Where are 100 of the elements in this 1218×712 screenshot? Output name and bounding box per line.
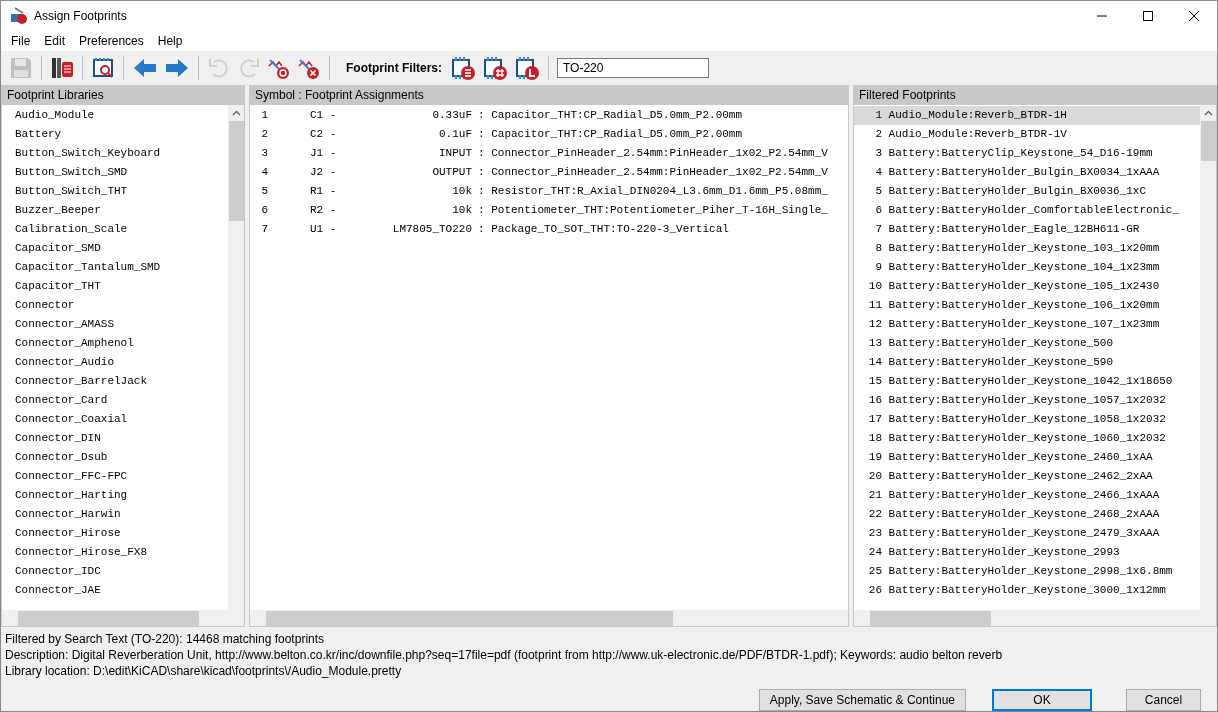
menu-item[interactable]: Preferences bbox=[72, 34, 151, 48]
menu-item[interactable]: Edit bbox=[37, 34, 73, 48]
panel-header: Filtered Footprints bbox=[854, 86, 1216, 105]
library-item[interactable]: Calibration_Scale bbox=[2, 220, 228, 239]
library-item[interactable]: Connector_Audio bbox=[2, 353, 228, 372]
library-item[interactable]: Connector_Dsub bbox=[2, 448, 228, 467]
panel-header: Symbol : Footprint Assignments bbox=[250, 86, 848, 105]
filter-text-field[interactable]: TO-220 bbox=[557, 58, 709, 78]
footprint-item[interactable]: 22 Battery:BatteryHolder_Keystone_2468_2xAAA bbox=[854, 505, 1200, 524]
footprint-item[interactable]: 13 Battery:BatteryHolder_Keystone_500 bbox=[854, 334, 1200, 353]
value-text: 0.33uF bbox=[431, 108, 472, 123]
footprint-text: : Potentiometer_THT:Potentiometer_Piher_T-16H_Single_ bbox=[478, 203, 828, 218]
value-text: OUTPUT bbox=[431, 165, 472, 180]
window-title: Assign Footprints bbox=[34, 9, 127, 23]
vertical-scrollbar[interactable] bbox=[228, 105, 244, 610]
vertical-scrollbar[interactable] bbox=[1200, 105, 1216, 610]
library-item[interactable]: Connector_AMASS bbox=[2, 315, 228, 334]
library-item[interactable]: Button_Switch_SMD bbox=[2, 163, 228, 182]
library-item[interactable]: Connector_BarrelJack bbox=[2, 372, 228, 391]
dialog-button[interactable]: Cancel bbox=[1126, 689, 1201, 711]
footprint-item[interactable]: 10 Battery:BatteryHolder_Keystone_105_1x2430 bbox=[854, 277, 1200, 296]
library-item[interactable]: Battery bbox=[2, 125, 228, 144]
footprint-item[interactable]: 15 Battery:BatteryHolder_Keystone_1042_1x18650 bbox=[854, 372, 1200, 391]
library-item[interactable]: Capacitor_Tantalum_SMD bbox=[2, 258, 228, 277]
app-icon bbox=[10, 7, 28, 25]
footprint-item[interactable]: 5 Battery:BatteryHolder_Bulgin_BX0036_1xC bbox=[854, 182, 1200, 201]
footprint-item[interactable]: 6 Battery:BatteryHolder_ComfortableElectronic_ bbox=[854, 201, 1200, 220]
footprint-item[interactable]: 9 Battery:BatteryHolder_Keystone_104_1x23mm bbox=[854, 258, 1200, 277]
library-item[interactable]: Connector_Coaxial bbox=[2, 410, 228, 429]
footprint-item[interactable]: 7 Battery:BatteryHolder_Eagle_12BH611-GR bbox=[854, 220, 1200, 239]
footprint-item[interactable]: 1 Audio_Module:Reverb_BTDR-1H bbox=[854, 106, 1200, 125]
library-item[interactable]: Connector_Harting bbox=[2, 486, 228, 505]
scroll-up-icon[interactable] bbox=[231, 110, 241, 116]
library-item[interactable]: Connector_Harwin bbox=[2, 505, 228, 524]
footprint-item[interactable]: 19 Battery:BatteryHolder_Keystone_2460_1xAA bbox=[854, 448, 1200, 467]
library-item[interactable]: Connector_Amphenol bbox=[2, 334, 228, 353]
scroll-thumb[interactable] bbox=[870, 610, 992, 626]
library-item[interactable]: Connector_IDC bbox=[2, 562, 228, 581]
footprint-item[interactable]: 17 Battery:BatteryHolder_Keystone_1058_1x2032 bbox=[854, 410, 1200, 429]
library-item[interactable]: Audio_Module bbox=[2, 106, 228, 125]
footprint-item[interactable]: 3 Battery:BatteryClip_Keystone_54_D16-19mm bbox=[854, 144, 1200, 163]
footprint-item[interactable]: 25 Battery:BatteryHolder_Keystone_2998_1x6.8mm bbox=[854, 562, 1200, 581]
row-number: 4 bbox=[260, 165, 268, 180]
scroll-thumb[interactable] bbox=[1200, 121, 1216, 161]
status-text: Description: Digital Reverberation Unit, http://www.belton.co.kr/inc/downfile.php?seq=17file=pdf (footprint from http://www.uk-electronic.de/PDF/BTDR-1.pdf); Keywords: audio belton reverb bbox=[5, 647, 1004, 663]
menu-item[interactable]: File bbox=[4, 34, 38, 48]
library-item[interactable]: Connector_Hirose_FX8 bbox=[2, 543, 228, 562]
reference-text: U1 - bbox=[310, 222, 338, 237]
footprint-text: : Capacitor_THT:CP_Radial_D5.0mm_P2.00mm bbox=[478, 127, 743, 142]
footprint-item[interactable]: 21 Battery:BatteryHolder_Keystone_2466_1xAAA bbox=[854, 486, 1200, 505]
footprint-item[interactable]: 14 Battery:BatteryHolder_Keystone_590 bbox=[854, 353, 1200, 372]
library-item[interactable]: Connector_FFC-FPC bbox=[2, 467, 228, 486]
footprint-item[interactable]: 16 Battery:BatteryHolder_Keystone_1057_1x2032 bbox=[854, 391, 1200, 410]
footprint-item[interactable]: 4 Battery:BatteryHolder_Bulgin_BX0034_1xAAA bbox=[854, 163, 1200, 182]
library-item[interactable]: Button_Switch_THT bbox=[2, 182, 228, 201]
footprint-text: : Capacitor_THT:CP_Radial_D5.0mm_P2.00mm bbox=[478, 108, 743, 123]
row-number: 3 bbox=[260, 146, 268, 161]
scroll-thumb[interactable] bbox=[266, 610, 674, 626]
footprint-item[interactable]: 2 Audio_Module:Reverb_BTDR-1V bbox=[854, 125, 1200, 144]
horizontal-scrollbar[interactable] bbox=[250, 610, 848, 626]
footprint-filters-label: Footprint Filters: bbox=[346, 61, 442, 75]
library-item[interactable]: Connector_Hirose bbox=[2, 524, 228, 543]
footprint-item[interactable]: 8 Battery:BatteryHolder_Keystone_103_1x20mm bbox=[854, 239, 1200, 258]
value-text: 10k bbox=[451, 184, 472, 199]
scroll-up-icon[interactable] bbox=[1203, 110, 1213, 116]
footprint-item[interactable]: 26 Battery:BatteryHolder_Keystone_3000_1x12mm bbox=[854, 581, 1200, 600]
library-item[interactable]: Capacitor_SMD bbox=[2, 239, 228, 258]
footprint-text: : Resistor_THT:R_Axial_DIN0204_L3.6mm_D1.6mm_P5.08mm_ bbox=[478, 184, 828, 199]
footprint-item[interactable]: 12 Battery:BatteryHolder_Keystone_107_1x23mm bbox=[854, 315, 1200, 334]
value-text: 10k bbox=[451, 203, 472, 218]
status-text: Filtered by Search Text (TO-220): 14468 matching footprints bbox=[5, 631, 326, 647]
library-item[interactable]: Connector_DIN bbox=[2, 429, 228, 448]
status-text: Library location: D:\edit\KiCAD\share\kicad\footprints\/Audio_Module.pretty bbox=[5, 663, 403, 679]
library-item[interactable]: Connector bbox=[2, 296, 228, 315]
footprint-item[interactable]: 18 Battery:BatteryHolder_Keystone_1060_1x2032 bbox=[854, 429, 1200, 448]
library-item[interactable]: Connector_JAE bbox=[2, 581, 228, 600]
dialog-button[interactable]: OK bbox=[992, 689, 1092, 711]
scroll-thumb[interactable] bbox=[228, 121, 244, 221]
footprint-item[interactable]: 24 Battery:BatteryHolder_Keystone_2993 bbox=[854, 543, 1200, 562]
horizontal-scrollbar[interactable] bbox=[854, 610, 1216, 626]
reference-text: C1 - bbox=[310, 108, 338, 123]
footprint-text: : Connector_PinHeader_2.54mm:PinHeader_1x02_P2.54mm_V bbox=[478, 165, 828, 180]
library-item[interactable]: Button_Switch_Keyboard bbox=[2, 144, 228, 163]
reference-text: C2 - bbox=[310, 127, 338, 142]
footprint-item[interactable]: 23 Battery:BatteryHolder_Keystone_2479_3xAAA bbox=[854, 524, 1200, 543]
row-number: 5 bbox=[260, 184, 268, 199]
value-text: LM7805_TO220 bbox=[391, 222, 472, 237]
footprint-text: : Package_TO_SOT_THT:TO-220-3_Vertical bbox=[478, 222, 729, 237]
scroll-thumb[interactable] bbox=[18, 610, 199, 626]
library-item[interactable]: Capacitor_THT bbox=[2, 277, 228, 296]
maximize-icon bbox=[1142, 10, 1154, 22]
footprint-item[interactable]: 20 Battery:BatteryHolder_Keystone_2462_2xAA bbox=[854, 467, 1200, 486]
library-item[interactable]: Buzzer_Beeper bbox=[2, 201, 228, 220]
panel-header: Footprint Libraries bbox=[2, 86, 244, 105]
horizontal-scrollbar[interactable] bbox=[2, 610, 244, 626]
menu-item[interactable]: Help bbox=[150, 34, 190, 48]
row-number: 7 bbox=[260, 222, 268, 237]
dialog-button[interactable]: Apply, Save Schematic & Continue bbox=[758, 689, 966, 711]
footprint-item[interactable]: 11 Battery:BatteryHolder_Keystone_106_1x20mm bbox=[854, 296, 1200, 315]
library-item[interactable]: Connector_Card bbox=[2, 391, 228, 410]
